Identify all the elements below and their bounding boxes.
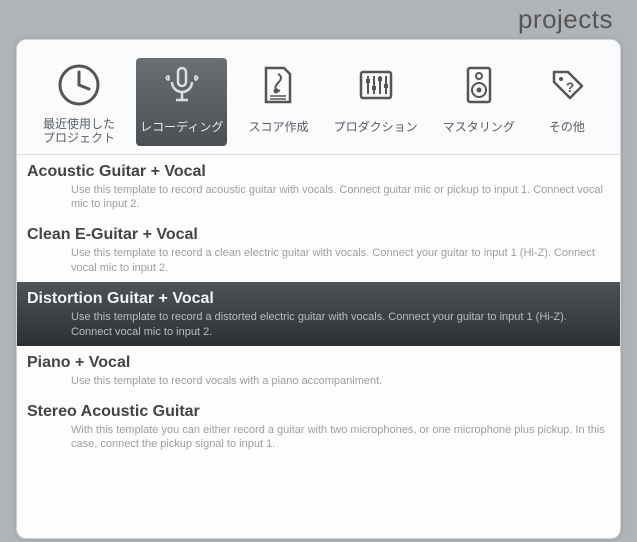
speaker-icon (452, 58, 506, 112)
template-desc: Use this template to record a clean elec… (71, 246, 610, 276)
tab-label: プロダクション (334, 118, 418, 135)
sheet-music-icon (251, 58, 305, 112)
microphone-icon (155, 58, 209, 112)
project-hub-panel: 最近使用した プロジェクト レコーディング (16, 39, 621, 539)
template-desc: Use this template to record a distorted … (71, 310, 610, 340)
template-title: Acoustic Guitar + Vocal (27, 163, 610, 181)
tab-recording[interactable]: レコーディング (136, 58, 227, 146)
tab-label: レコーディング (140, 118, 223, 135)
template-desc: Use this template to record acoustic gui… (71, 183, 610, 213)
tab-recent[interactable]: 最近使用した プロジェクト (39, 58, 119, 146)
template-item[interactable]: Distortion Guitar + Vocal Use this templ… (17, 282, 620, 346)
template-item[interactable]: Acoustic Guitar + Vocal Use this templat… (17, 155, 620, 219)
tab-other[interactable]: ? その他 (536, 58, 598, 146)
template-title: Piano + Vocal (27, 354, 610, 372)
tab-label: その他 (549, 118, 585, 135)
template-item[interactable]: Stereo Acoustic Guitar With this templat… (17, 395, 620, 459)
clock-icon (52, 58, 106, 112)
template-title: Distortion Guitar + Vocal (27, 290, 610, 308)
sliders-icon (349, 58, 403, 112)
template-item[interactable]: Piano + Vocal Use this template to recor… (17, 346, 620, 395)
template-title: Stereo Acoustic Guitar (27, 403, 610, 421)
svg-text:?: ? (566, 79, 575, 95)
category-tabs: 最近使用した プロジェクト レコーディング (17, 40, 620, 155)
template-desc: Use this template to record vocals with … (71, 374, 610, 389)
page-title: projects (0, 0, 637, 37)
template-item[interactable]: Clean E-Guitar + Vocal Use this template… (17, 218, 620, 282)
template-list: Acoustic Guitar + Vocal Use this templat… (17, 155, 620, 538)
tag-question-icon: ? (540, 58, 594, 112)
tab-mastering[interactable]: マスタリング (439, 58, 519, 146)
tab-production[interactable]: プロダクション (330, 58, 422, 146)
template-title: Clean E-Guitar + Vocal (27, 226, 610, 244)
template-desc: With this template you can either record… (71, 423, 610, 453)
tab-label: スコア作成 (248, 118, 308, 135)
tab-label: 最近使用した プロジェクト (43, 118, 115, 146)
tab-score[interactable]: スコア作成 (244, 58, 312, 146)
tab-label: マスタリング (443, 118, 515, 135)
